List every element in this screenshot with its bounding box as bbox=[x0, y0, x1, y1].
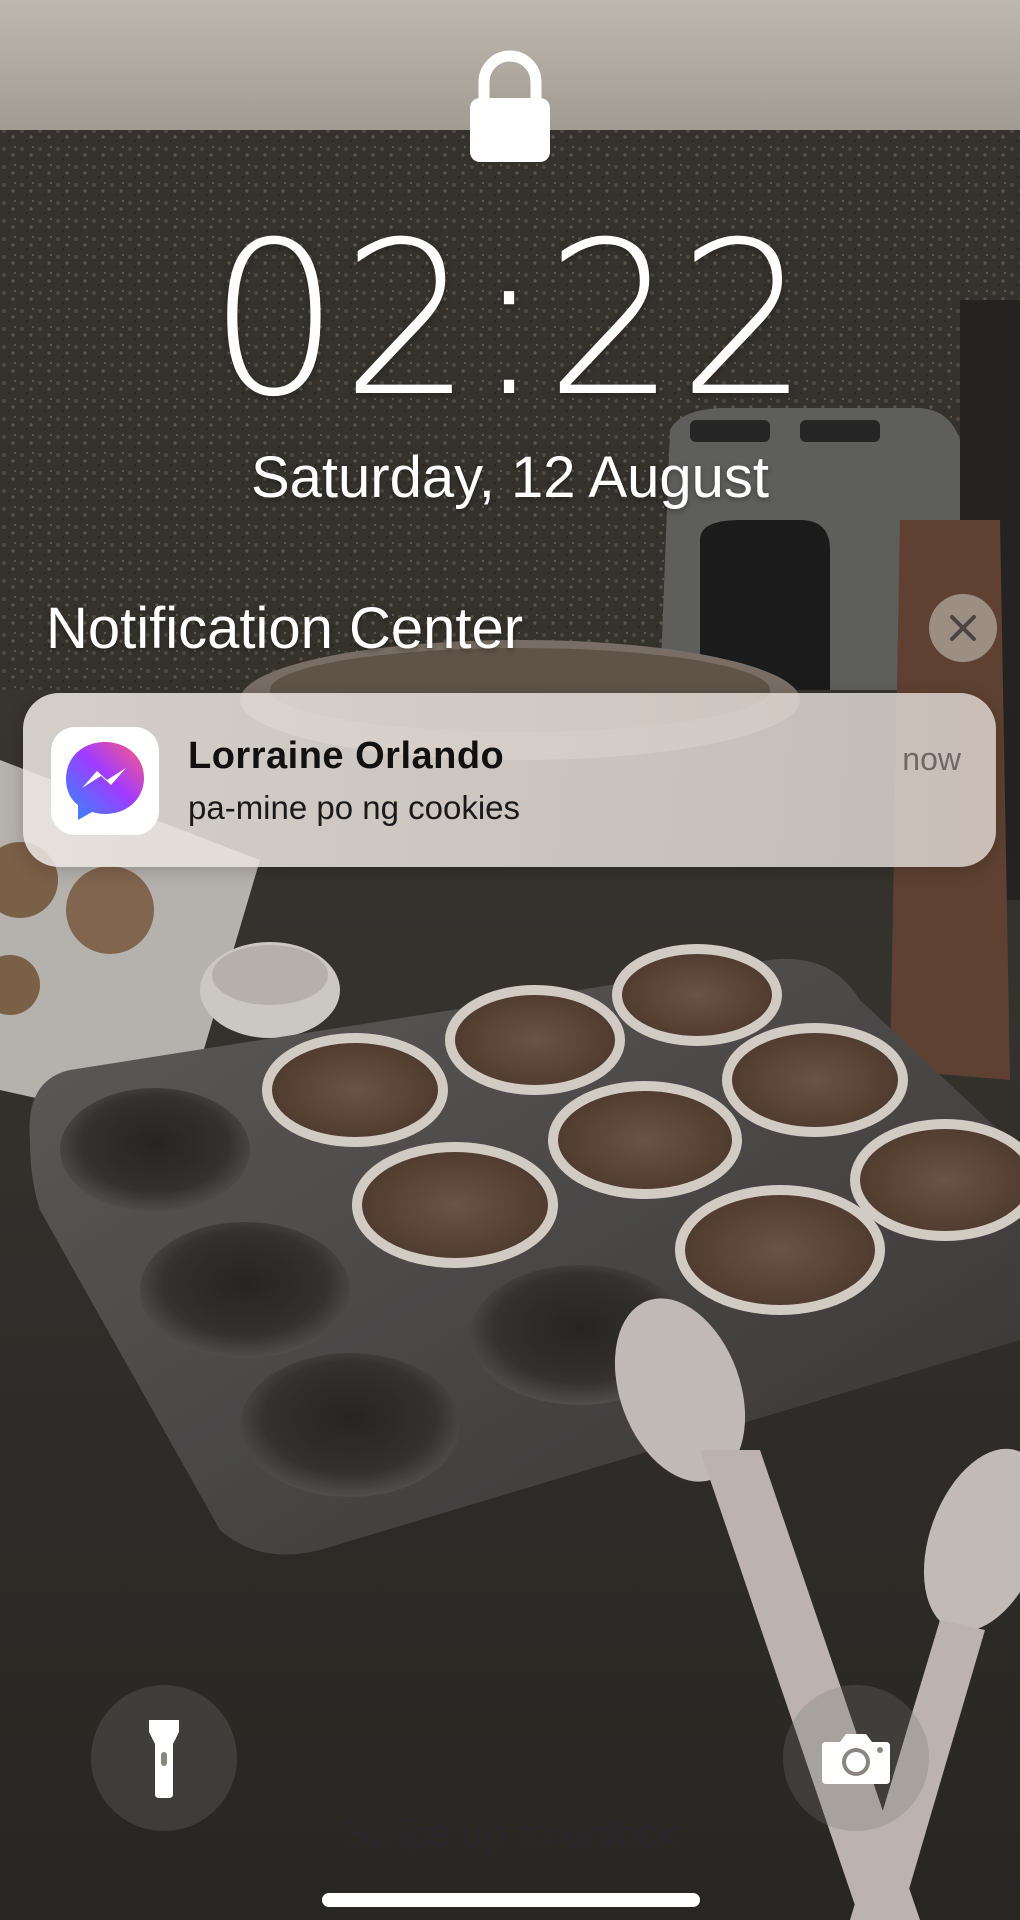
home-indicator[interactable] bbox=[322, 1893, 700, 1907]
clock-date: Saturday, 12 August bbox=[250, 445, 770, 510]
clock-time: 02:22 bbox=[208, 196, 812, 443]
camera-icon bbox=[822, 1734, 890, 1784]
clear-notifications-button[interactable] bbox=[929, 594, 997, 662]
notification-center-title: Notification Center bbox=[46, 596, 524, 661]
lock-icon bbox=[466, 50, 554, 166]
notification-card[interactable]: Lorraine Orlando pa-mine po ng cookies n… bbox=[23, 693, 996, 867]
notification-time: now bbox=[902, 741, 961, 777]
swipe-up-hint: Swipe up to unlock bbox=[342, 1812, 678, 1856]
lock-screen[interactable]: 02:22 Saturday, 12 August Notification C… bbox=[0, 0, 1020, 1920]
close-icon bbox=[950, 615, 976, 641]
camera-button[interactable] bbox=[783, 1685, 929, 1831]
flashlight-button[interactable] bbox=[91, 1685, 237, 1831]
messenger-app-icon bbox=[51, 727, 159, 835]
notification-message: pa-mine po ng cookies bbox=[188, 789, 521, 826]
notification-sender: Lorraine Orlando bbox=[188, 735, 505, 777]
messenger-icon bbox=[66, 742, 144, 820]
flashlight-icon bbox=[149, 1720, 179, 1798]
